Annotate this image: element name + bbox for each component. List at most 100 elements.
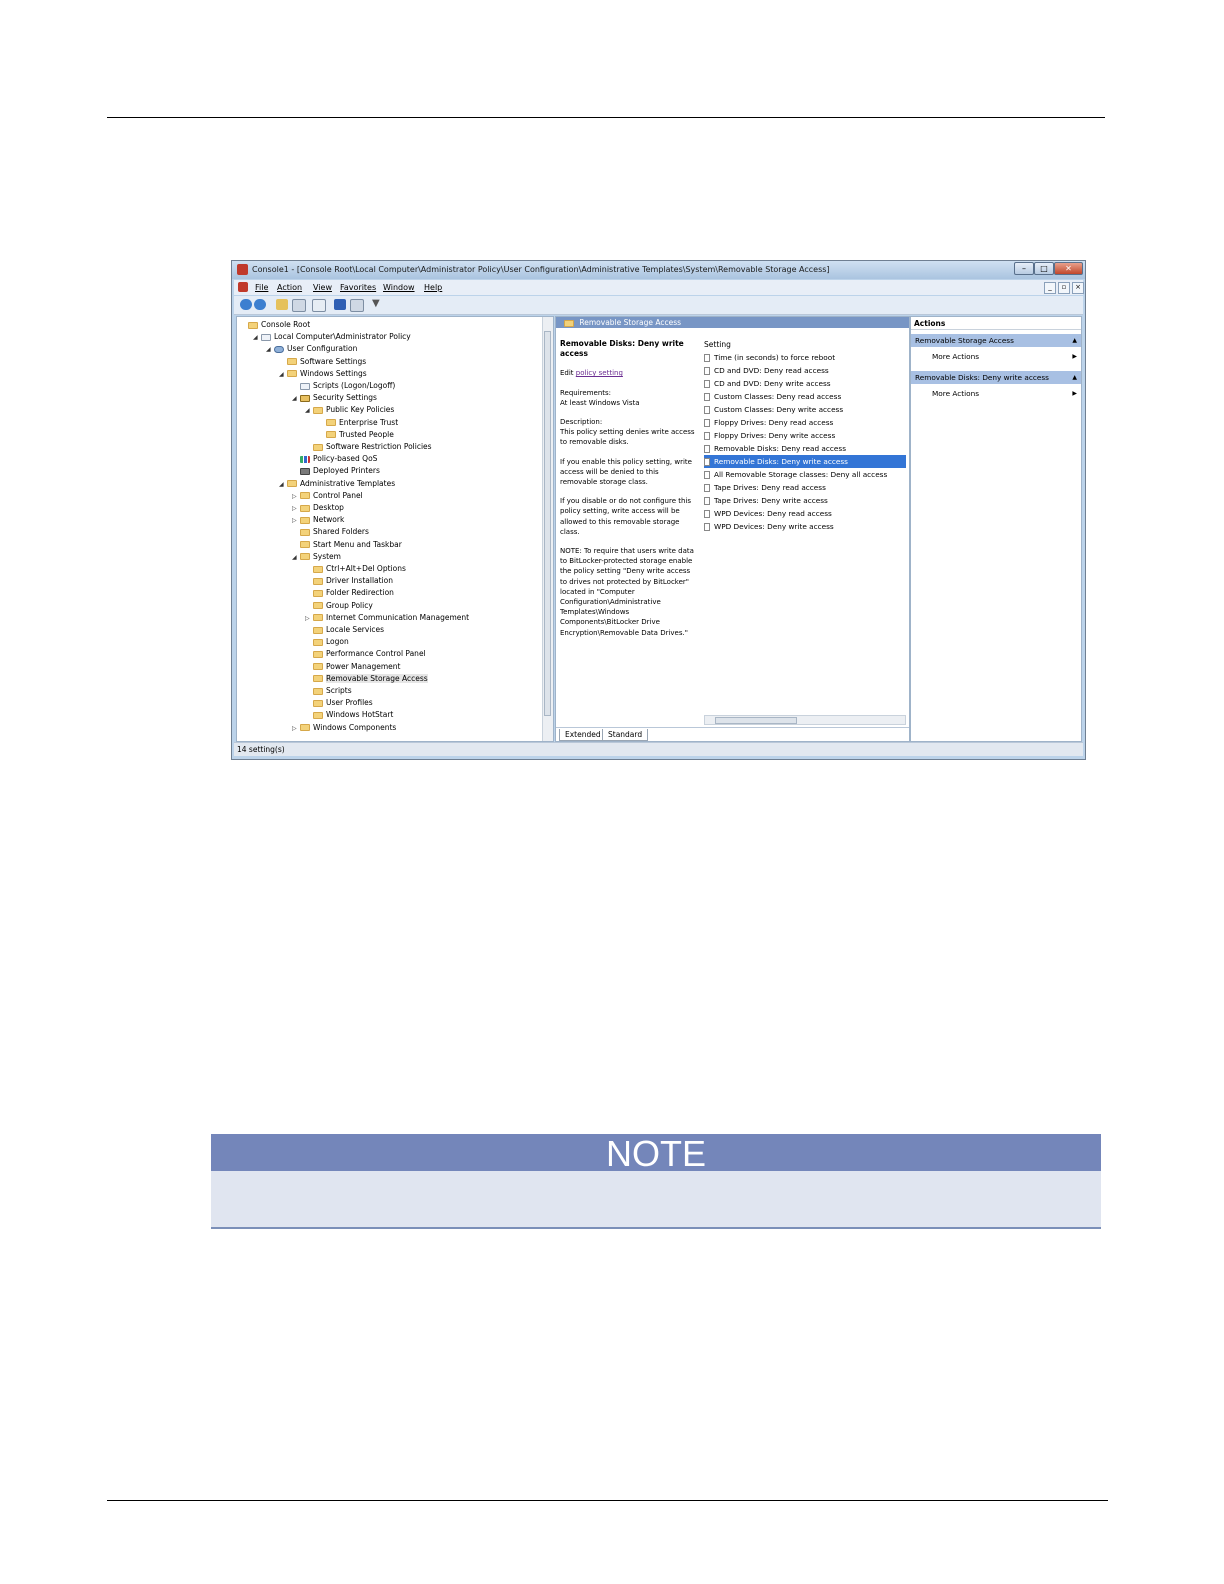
tree-item[interactable]: Shared Folders bbox=[292, 526, 369, 538]
user-icon bbox=[274, 345, 284, 353]
actions-section-policy[interactable]: Removable Disks: Deny write access ▲ bbox=[911, 371, 1081, 384]
expanded-triangle-icon[interactable]: ◢ bbox=[279, 479, 287, 491]
tree-item[interactable]: Driver Installation bbox=[305, 575, 393, 587]
tree-item[interactable]: ▷ Windows Components bbox=[292, 722, 396, 734]
tree-item[interactable]: Scripts (Logon/Logoff) bbox=[292, 380, 395, 392]
child-minimize-button[interactable]: _ bbox=[1044, 282, 1056, 294]
settings-hscroll-thumb[interactable] bbox=[715, 717, 797, 724]
tab-extended[interactable]: Extended bbox=[559, 729, 607, 741]
menu-view[interactable]: View bbox=[313, 283, 332, 292]
setting-row[interactable]: Removable Disks: Deny read access bbox=[704, 442, 906, 455]
tree-item[interactable]: ▷ Control Panel bbox=[292, 490, 363, 502]
tree-item[interactable]: ◢ System bbox=[292, 551, 341, 563]
maximize-button[interactable]: □ bbox=[1034, 262, 1054, 275]
more-actions-storage[interactable]: More Actions bbox=[932, 351, 979, 363]
setting-row[interactable]: Tape Drives: Deny read access bbox=[704, 481, 906, 494]
forward-arrow-icon[interactable] bbox=[254, 299, 266, 310]
tree-item[interactable]: User Profiles bbox=[305, 697, 373, 709]
console-menu-icon[interactable] bbox=[238, 282, 248, 292]
tree-scroll-thumb[interactable] bbox=[544, 331, 551, 716]
expanded-triangle-icon[interactable]: ◢ bbox=[292, 393, 300, 405]
tree-item[interactable]: ◢ User Configuration bbox=[266, 343, 357, 355]
filter-icon[interactable]: ▼ bbox=[372, 299, 384, 310]
tree-item[interactable]: ◢ Public Key Policies bbox=[305, 404, 394, 416]
tree-item[interactable]: ▷ Internet Communication Management bbox=[305, 612, 469, 624]
collapse-up-icon[interactable]: ▲ bbox=[1072, 371, 1077, 384]
settings-hscrollbar[interactable] bbox=[704, 715, 906, 725]
tree-item[interactable]: Start Menu and Taskbar bbox=[292, 539, 402, 551]
up-folder-icon[interactable] bbox=[276, 299, 288, 310]
collapsed-triangle-icon[interactable]: ▷ bbox=[292, 723, 300, 735]
tree-item[interactable]: Enterprise Trust bbox=[318, 417, 398, 429]
menu-file[interactable]: File bbox=[255, 283, 268, 292]
policy-setting-link[interactable]: policy setting bbox=[576, 369, 623, 377]
setting-column-header[interactable]: Setting bbox=[704, 339, 906, 351]
close-button[interactable]: ✕ bbox=[1054, 262, 1083, 275]
expanded-triangle-icon[interactable]: ◢ bbox=[305, 405, 313, 417]
collapsed-triangle-icon[interactable]: ▷ bbox=[292, 503, 300, 515]
child-close-button[interactable]: × bbox=[1072, 282, 1084, 294]
tree-item[interactable]: Trusted People bbox=[318, 429, 394, 441]
tree-item-label: Local Computer\Administrator Policy bbox=[274, 332, 411, 342]
setting-row[interactable]: Floppy Drives: Deny read access bbox=[704, 416, 906, 429]
help-icon[interactable] bbox=[334, 299, 346, 310]
folder-icon bbox=[313, 614, 323, 622]
tree-item[interactable]: Deployed Printers bbox=[292, 465, 380, 477]
tree-item[interactable]: Scripts bbox=[305, 685, 352, 697]
menu-favorites[interactable]: Favorites bbox=[340, 283, 376, 292]
tree-item[interactable]: Removable Storage Access bbox=[305, 673, 428, 685]
tree-item[interactable]: ◢ Administrative Templates bbox=[279, 478, 395, 490]
actions-section-storage[interactable]: Removable Storage Access ▲ bbox=[911, 334, 1081, 347]
setting-row[interactable]: Time (in seconds) to force reboot bbox=[704, 351, 906, 364]
menu-action[interactable]: Action bbox=[277, 283, 302, 292]
setting-row[interactable]: CD and DVD: Deny write access bbox=[704, 377, 906, 390]
tree-item[interactable]: Power Management bbox=[305, 661, 400, 673]
tab-standard[interactable]: Standard bbox=[602, 729, 649, 741]
setting-row[interactable]: Custom Classes: Deny read access bbox=[704, 390, 906, 403]
tree-item[interactable]: Ctrl+Alt+Del Options bbox=[305, 563, 406, 575]
expanded-triangle-icon[interactable]: ◢ bbox=[292, 552, 300, 564]
setting-row[interactable]: All Removable Storage classes: Deny all … bbox=[704, 468, 906, 481]
expanded-triangle-icon[interactable]: ◢ bbox=[253, 332, 261, 344]
setting-row[interactable]: WPD Devices: Deny read access bbox=[704, 507, 906, 520]
tree-scrollbar[interactable] bbox=[542, 317, 553, 741]
folder-icon bbox=[313, 699, 323, 707]
more-actions-policy[interactable]: More Actions bbox=[932, 388, 979, 400]
tree-item[interactable]: Windows HotStart bbox=[305, 709, 393, 721]
expanded-triangle-icon[interactable]: ◢ bbox=[266, 344, 274, 356]
setting-row[interactable]: Removable Disks: Deny write access bbox=[704, 455, 906, 468]
tree-item[interactable]: ◢ Local Computer\Administrator Policy bbox=[253, 331, 411, 343]
show-hide-tree-icon[interactable] bbox=[292, 299, 306, 312]
tree-item[interactable]: ◢ Windows Settings bbox=[279, 368, 367, 380]
tree-item[interactable]: ▷ Network bbox=[292, 514, 344, 526]
tree-item[interactable]: Group Policy bbox=[305, 600, 373, 612]
export-list-icon[interactable] bbox=[312, 299, 326, 312]
collapse-up-icon[interactable]: ▲ bbox=[1072, 334, 1077, 347]
expanded-triangle-icon[interactable]: ◢ bbox=[279, 369, 287, 381]
collapsed-triangle-icon[interactable]: ▷ bbox=[305, 613, 313, 625]
menu-window[interactable]: Window bbox=[383, 283, 415, 292]
back-arrow-icon[interactable] bbox=[240, 299, 252, 310]
menu-help[interactable]: Help bbox=[424, 283, 442, 292]
window-title: Console1 - [Console Root\Local Computer\… bbox=[252, 265, 830, 274]
child-restore-button[interactable]: ▫ bbox=[1058, 282, 1070, 294]
setting-row[interactable]: Floppy Drives: Deny write access bbox=[704, 429, 906, 442]
tree-item[interactable]: ◢ Security Settings bbox=[292, 392, 377, 404]
tree-item[interactable]: ▷ Desktop bbox=[292, 502, 344, 514]
setting-row[interactable]: Tape Drives: Deny write access bbox=[704, 494, 906, 507]
setting-row[interactable]: Custom Classes: Deny write access bbox=[704, 403, 906, 416]
collapsed-triangle-icon[interactable]: ▷ bbox=[292, 491, 300, 503]
tree-item[interactable]: Software Restriction Policies bbox=[305, 441, 432, 453]
tree-item[interactable]: Policy-based QoS bbox=[292, 453, 377, 465]
tree-item[interactable]: Console Root bbox=[240, 319, 310, 331]
tree-item[interactable]: Locale Services bbox=[305, 624, 384, 636]
collapsed-triangle-icon[interactable]: ▷ bbox=[292, 515, 300, 527]
tree-item[interactable]: Folder Redirection bbox=[305, 587, 394, 599]
tree-item[interactable]: Software Settings bbox=[279, 356, 366, 368]
setting-row[interactable]: CD and DVD: Deny read access bbox=[704, 364, 906, 377]
minimize-button[interactable]: – bbox=[1014, 262, 1034, 275]
tree-item[interactable]: Performance Control Panel bbox=[305, 648, 426, 660]
tree-item[interactable]: Logon bbox=[305, 636, 349, 648]
show-action-pane-icon[interactable] bbox=[350, 299, 364, 312]
setting-row[interactable]: WPD Devices: Deny write access bbox=[704, 520, 906, 533]
